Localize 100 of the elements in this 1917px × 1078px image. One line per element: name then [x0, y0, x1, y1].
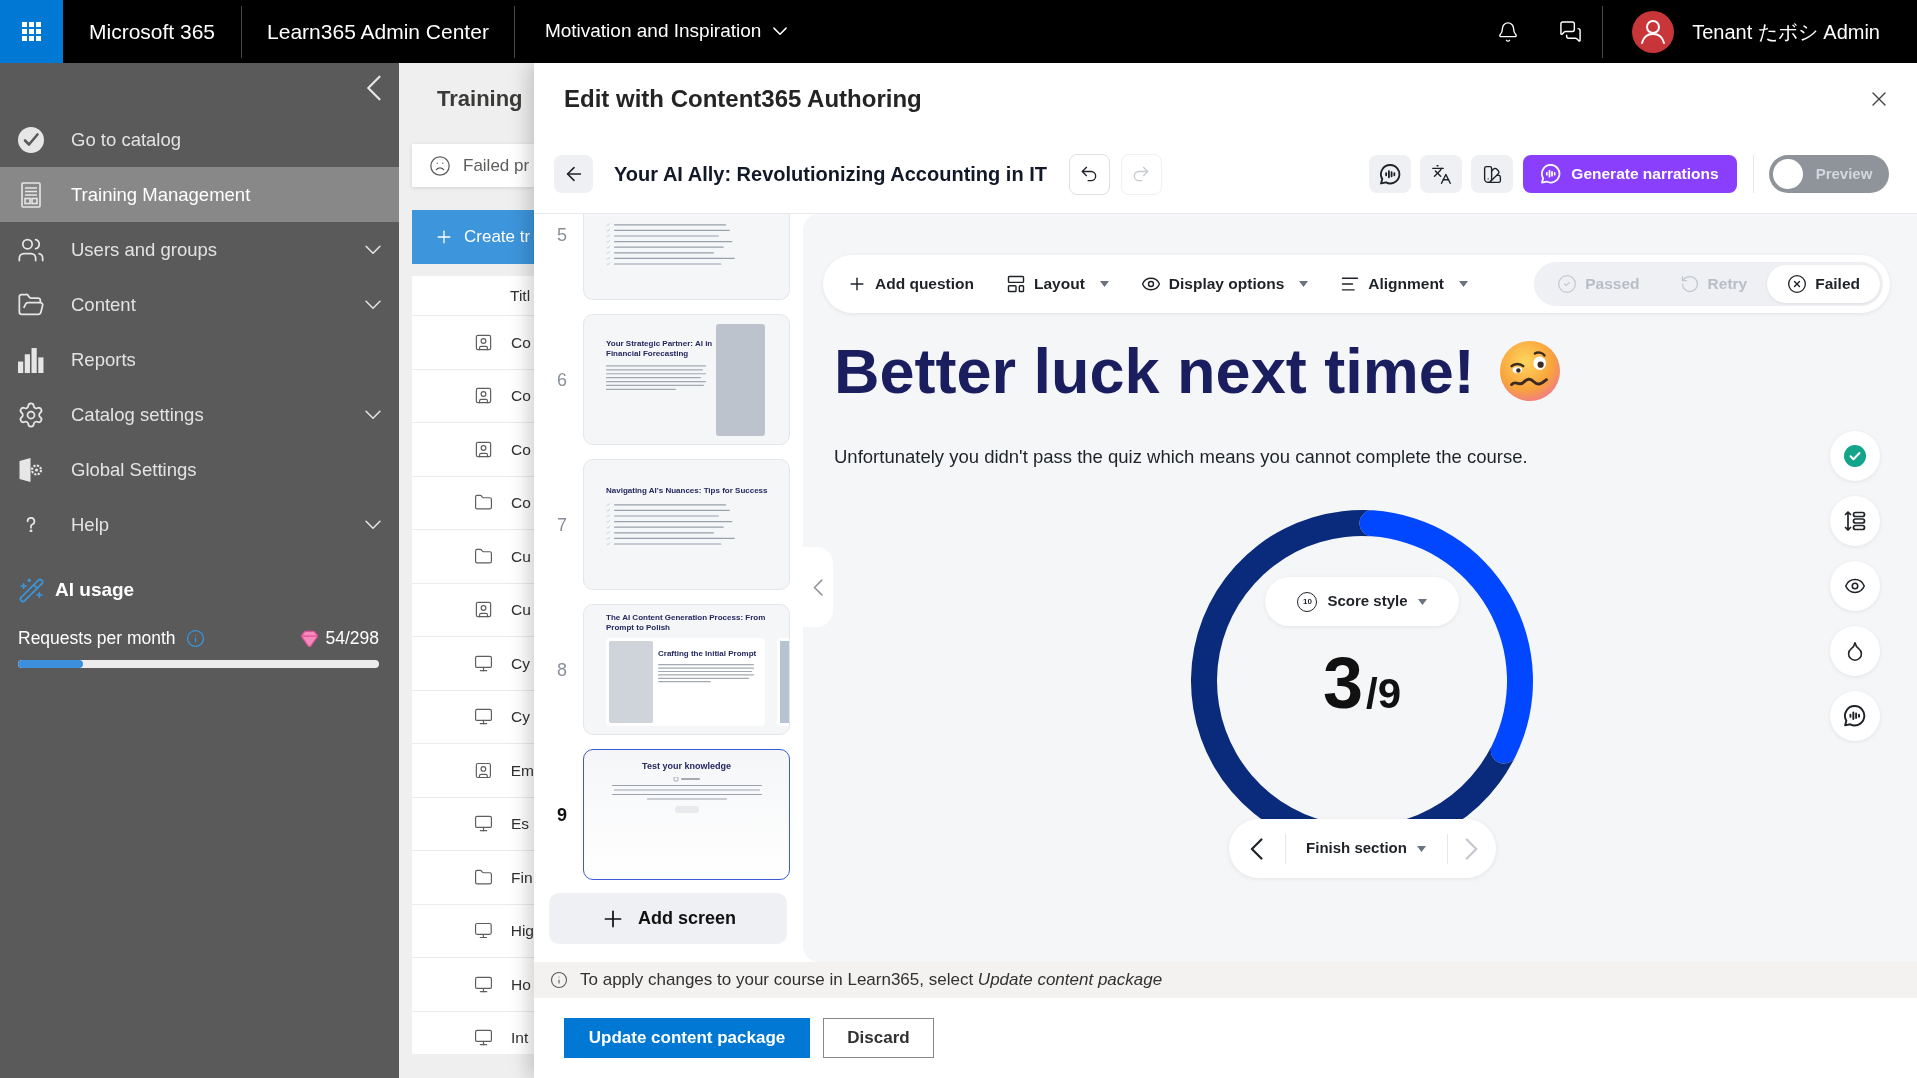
generate-narrations-button[interactable]: Generate narrations [1523, 155, 1737, 193]
slide-number: 9 [556, 803, 568, 826]
chevron-down-icon [365, 244, 381, 255]
user-avatar-icon [1632, 10, 1675, 53]
info-icon [550, 971, 568, 989]
narration-icon [1379, 163, 1401, 185]
slide-thumbnail[interactable] [583, 214, 790, 300]
side-tool-button[interactable] [1830, 496, 1880, 546]
person-frame-icon [474, 332, 493, 352]
caret-icon [1417, 598, 1427, 605]
translate-icon [1430, 163, 1452, 185]
chevron-left-icon [366, 74, 382, 101]
slide-number: 7 [556, 513, 568, 536]
table-cell-text: Cy [511, 707, 530, 728]
person-frame-icon [474, 760, 493, 780]
bar-chart-icon [18, 346, 44, 373]
toolbar-button[interactable]: Alignment [1330, 264, 1479, 304]
nav-item[interactable]: Help [0, 497, 399, 552]
monitor-icon [474, 653, 493, 673]
chevron-down-icon [365, 519, 381, 530]
update-button[interactable]: Update content package [564, 1018, 810, 1058]
line-spacing-icon [1844, 510, 1866, 532]
collapse-thumbnails-button[interactable] [803, 547, 833, 627]
chevron-down-icon [365, 409, 381, 420]
table-cell-text: Co [511, 493, 531, 514]
account-button[interactable]: Tenant たボシ Admin [1603, 0, 1917, 63]
toolbar-button[interactable]: Display options [1130, 264, 1319, 304]
slide-number: 5 [556, 224, 568, 246]
discard-button[interactable]: Discard [823, 1018, 934, 1058]
table-cell-text: Co [511, 332, 531, 353]
table-cell-text: Cu [511, 546, 531, 567]
table-cell-text: Ho [511, 974, 531, 995]
screen-message: Unfortunately you didn't pass the quiz which means you cannot complete the course. [834, 445, 1528, 469]
slide-number: 6 [556, 368, 568, 391]
nav-item[interactable]: Training Management [0, 167, 399, 222]
page-title: Training [437, 85, 524, 113]
help-icon [26, 517, 36, 532]
caret-icon [1099, 281, 1109, 287]
product-name: Microsoft 365 [89, 18, 216, 45]
check-circle-icon [17, 125, 45, 154]
chevron-right-icon [1464, 837, 1479, 860]
side-tool-button[interactable] [1830, 561, 1880, 611]
nav-item[interactable]: Reports [0, 332, 399, 387]
side-tool-button[interactable] [1830, 626, 1880, 676]
toolbar-button[interactable]: Add question [837, 264, 985, 304]
table-cell-text: Hig [510, 921, 534, 942]
slide-thumbnail[interactable]: Your Strategic Partner: AI in Financial Forecasting [583, 314, 790, 445]
nav-item[interactable]: Users and groups [0, 222, 399, 277]
nav-item[interactable]: Global Settings [0, 442, 399, 497]
app-title: Learn365 Admin Center [267, 18, 489, 45]
nav-item[interactable]: Content [0, 277, 399, 332]
slide-title: Test your knowledge [642, 760, 731, 772]
rotate-icon [1679, 274, 1700, 294]
score-value: 3 [1322, 647, 1363, 719]
magic-wand-icon [18, 576, 45, 604]
theme-button[interactable] [1471, 155, 1513, 193]
filter-label: Failed pr [463, 154, 530, 177]
slide-thumbnail[interactable]: Navigating AI's Nuances: Tips for Success [583, 459, 790, 590]
undo-button[interactable] [1068, 153, 1110, 195]
slide-number: 8 [556, 658, 568, 681]
screen-heading: Better luck next time! [834, 335, 1475, 408]
table-cell-text: Fin [511, 867, 533, 888]
side-tool-button[interactable] [1830, 691, 1880, 741]
person-frame-icon [474, 600, 493, 620]
monitor-icon [474, 814, 493, 834]
info-message: To apply changes to your course in Learn365, select Update content package [580, 969, 1163, 992]
chevron-down-icon [365, 299, 381, 310]
nav-item[interactable]: Go to catalog [0, 112, 399, 167]
caret-icon [1299, 281, 1309, 287]
requests-label: Requests per month [18, 626, 176, 650]
score-style-dropdown[interactable]: 10 Score style [1265, 577, 1459, 626]
table-cell-text: Int [511, 1028, 529, 1049]
person-frame-icon [474, 386, 493, 406]
section-dropdown[interactable]: Finish section [1285, 819, 1447, 878]
table-cell-text: Cu [511, 600, 531, 621]
slide-thumbnail[interactable]: Test your knowledge [583, 749, 790, 880]
person-frame-icon [474, 439, 493, 459]
chevron-down-icon [773, 27, 788, 36]
caret-icon [1416, 845, 1426, 852]
info-icon [185, 628, 205, 648]
table-cell-text: Es [511, 814, 530, 835]
toolbar-button[interactable]: Layout [996, 264, 1119, 304]
add-screen-button[interactable]: Add screen [549, 893, 787, 944]
back-button[interactable] [554, 155, 593, 193]
chevron-left-icon [812, 578, 824, 596]
table-cell-text: Co [511, 439, 531, 460]
workspace-dropdown[interactable]: Motivation and Inspiration [544, 17, 788, 46]
outcome-tab[interactable]: Failed [1767, 265, 1880, 303]
slide-thumbnail[interactable]: The AI Content Generation Process: From Prompt to Polish Crafting the Initial Prompt [583, 604, 790, 735]
table-cell-text: Cy [511, 653, 530, 674]
settings-tile-icon [19, 456, 43, 483]
app-launcher-button[interactable] [0, 0, 63, 63]
narration-settings-button[interactable] [1369, 155, 1411, 193]
monitor-icon [474, 707, 493, 727]
nav-item[interactable]: Catalog settings [0, 387, 399, 442]
folder-icon [474, 867, 493, 887]
translate-button[interactable] [1420, 155, 1462, 193]
card-title: Crafting the Initial Prompt [658, 649, 758, 659]
align-left-icon [1340, 274, 1361, 294]
collapse-button[interactable] [366, 74, 382, 101]
